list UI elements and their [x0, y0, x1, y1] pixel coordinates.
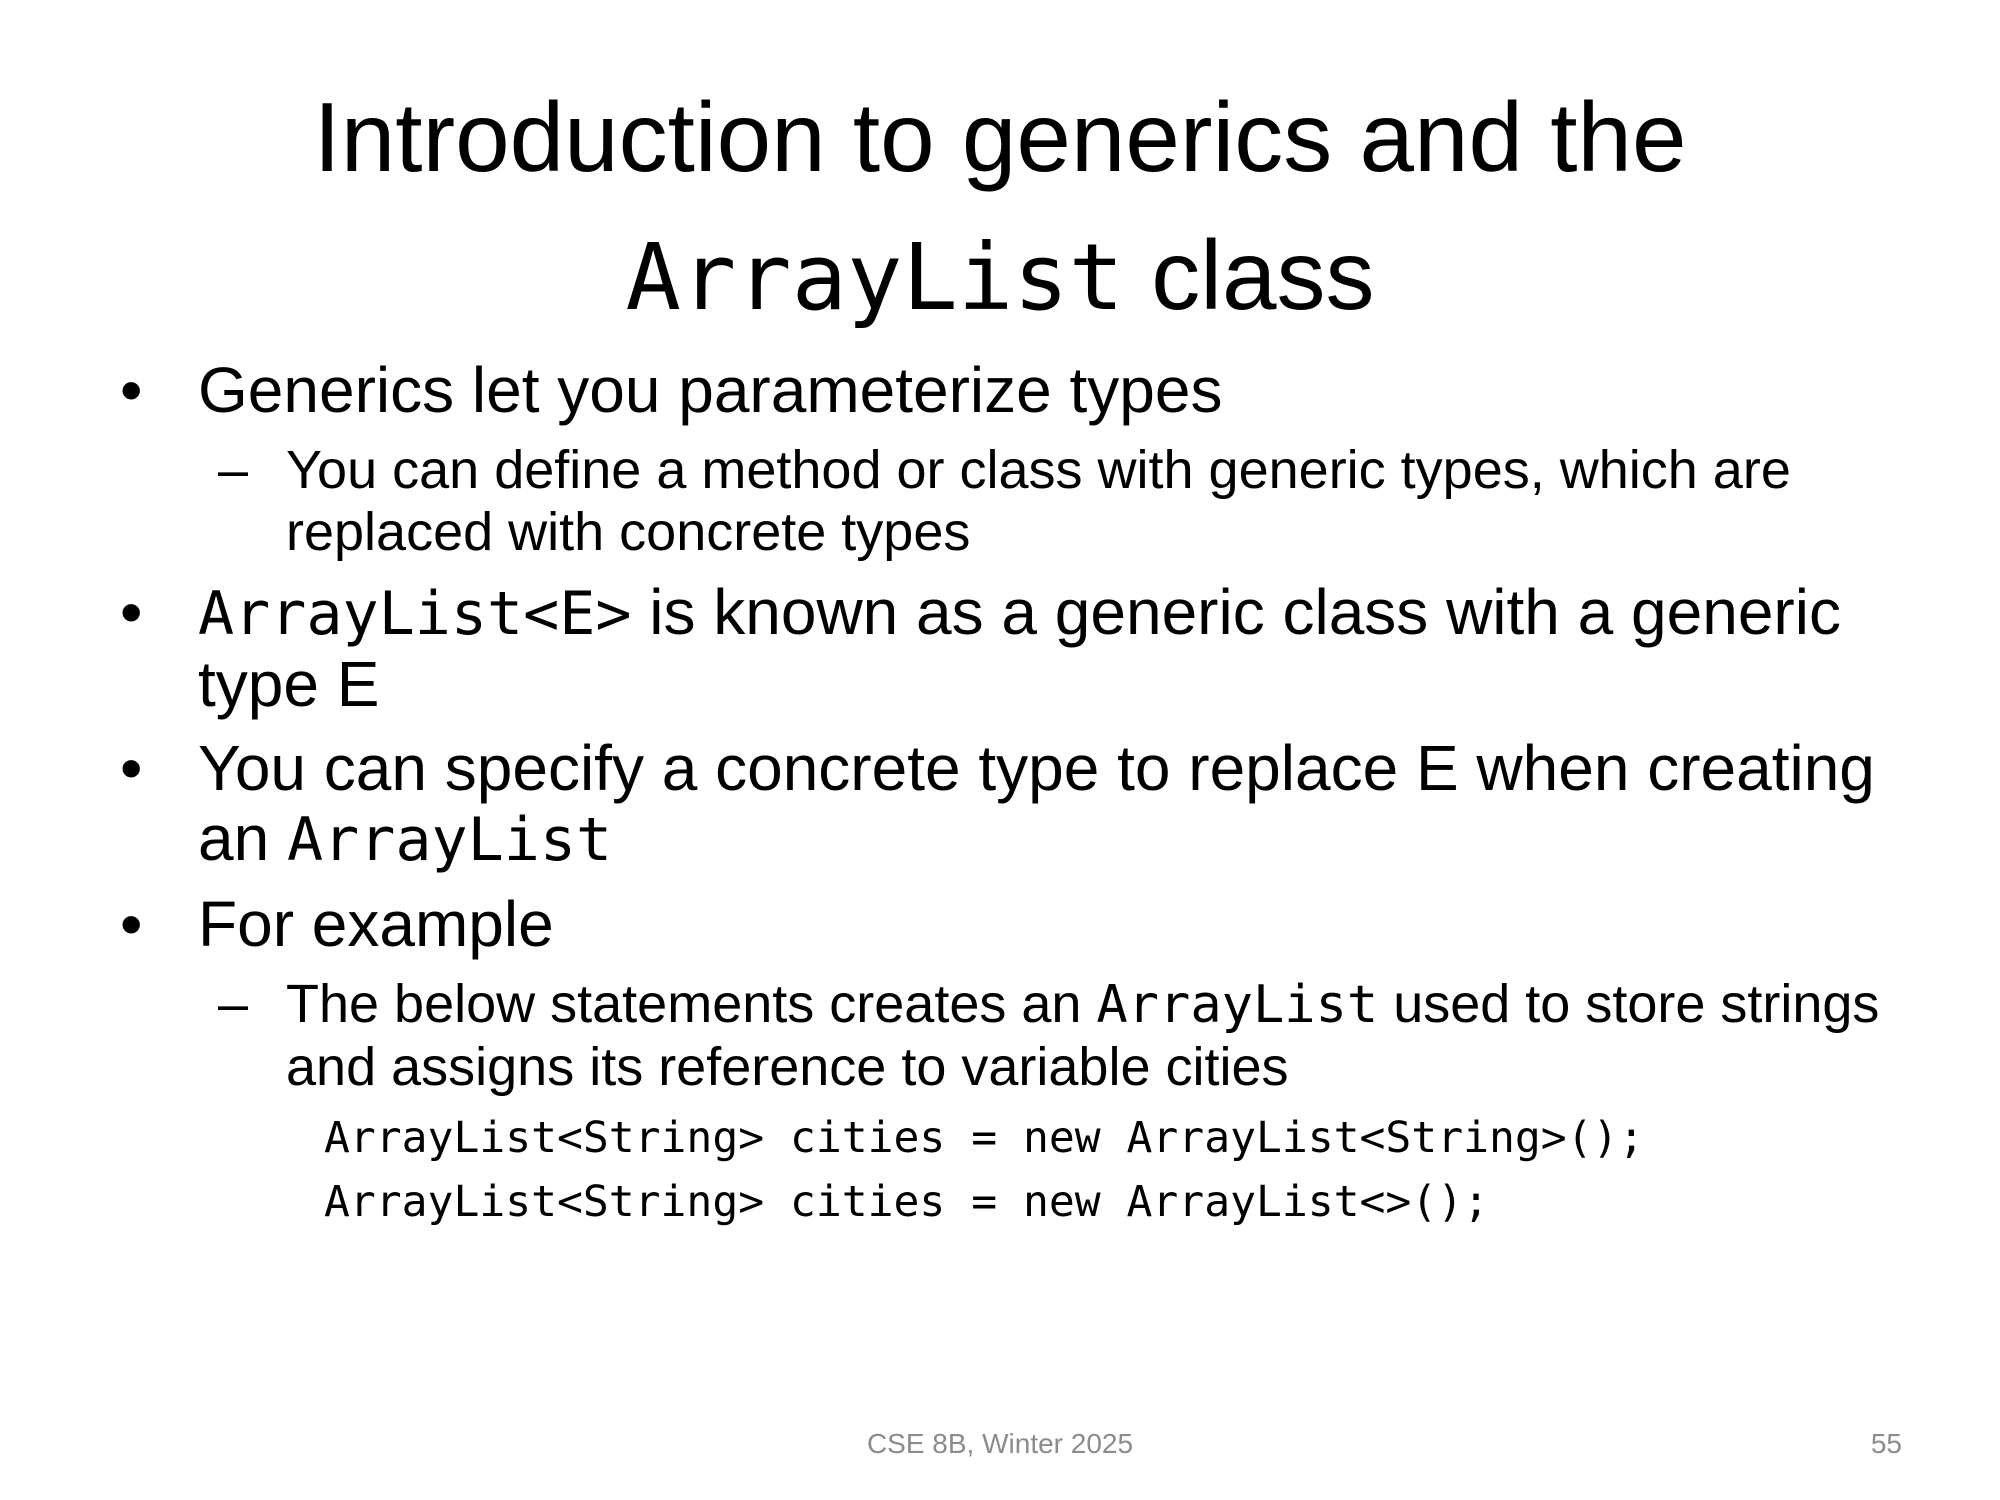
footer-course: CSE 8B, Winter 2025 — [866, 1428, 1134, 1459]
sub-bullet-text: You can define a method or class with ge… — [286, 440, 1791, 562]
bullet-dot: • — [120, 354, 143, 426]
sub-bullet-dash: – — [218, 440, 249, 500]
code-line-2: ArrayList<String> cities = new ArrayList… — [324, 1177, 1489, 1227]
bullet-arraylist-generic-class: • ArrayList<E> is known as a generic cla… — [120, 577, 1940, 719]
title-suffix: class — [1123, 220, 1375, 330]
title-code-arraylist: ArrayList — [625, 224, 1124, 331]
bullet-dot: • — [120, 888, 143, 960]
bullet-code: ArrayList — [286, 805, 613, 875]
sub-bullet-dash: – — [218, 974, 249, 1034]
bullet-dot: • — [120, 732, 143, 804]
bullet-dot: • — [120, 576, 143, 648]
sub-bullet-code: ArrayList — [1096, 975, 1379, 1035]
bullet-text: For example — [198, 888, 554, 960]
bullet-text: Generics let you parameterize types — [198, 354, 1223, 426]
sub-bullet-statements: – The below statements creates an ArrayL… — [120, 973, 1940, 1098]
code-line-1: ArrayList<String> cities = new ArrayList… — [324, 1113, 1645, 1163]
bullet-for-example: • For example — [120, 889, 1940, 959]
sub-bullet-define-generic: – You can define a method or class with … — [120, 439, 1940, 563]
slide-title: Introduction to generics and the ArrayLi… — [120, 68, 1880, 347]
sub-bullet-prefix: The below statements creates an — [286, 974, 1097, 1034]
bullet-concrete-type: • You can specify a concrete type to rep… — [120, 733, 1940, 875]
bullet-code: ArrayList<E> — [198, 579, 632, 649]
bullet-generics: • Generics let you parameterize types — [120, 355, 1940, 425]
slide-body: • Generics let you parameterize types – … — [120, 355, 1940, 1234]
title-line-1: Introduction to generics and the — [313, 82, 1687, 192]
slide: Introduction to generics and the ArrayLi… — [0, 0, 2000, 1500]
slide-number: 55 — [1870, 1428, 1902, 1459]
